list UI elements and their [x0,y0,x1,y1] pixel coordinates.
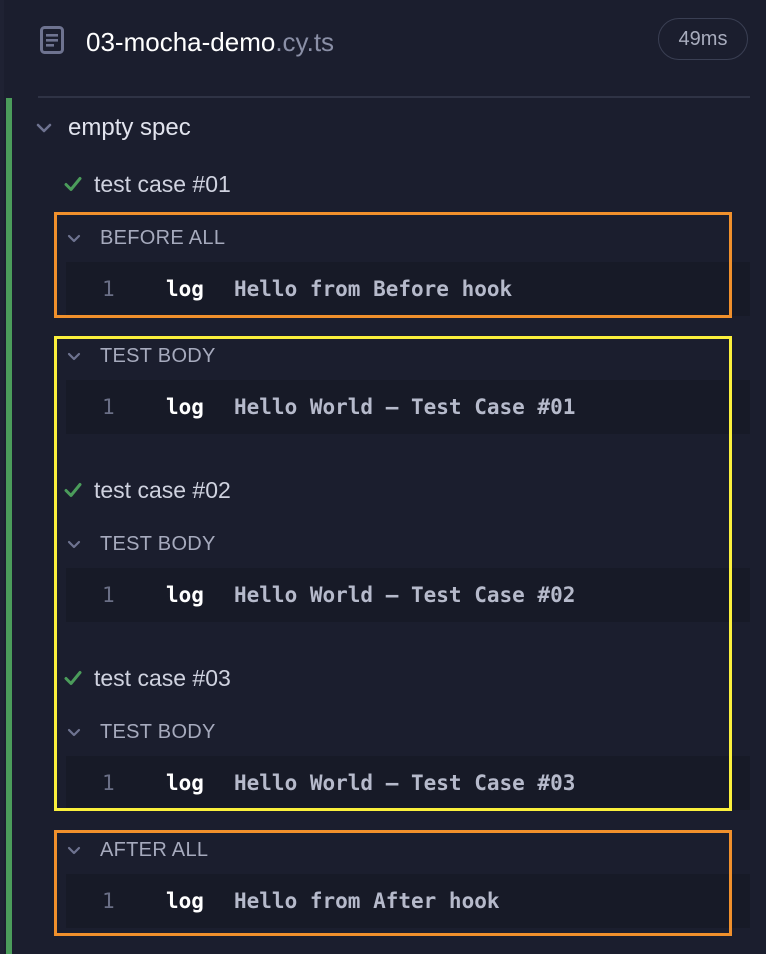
hook-test-body[interactable]: TEST BODY [66,529,216,559]
hook-before-all[interactable]: BEFORE ALL [66,223,225,253]
command-row[interactable]: 1 log Hello World – Test Case #03 [66,756,750,810]
chevron-down-icon [67,728,81,737]
chevron-down-icon [67,540,81,549]
document-icon [40,26,64,54]
command-row[interactable]: 1 log Hello World – Test Case #01 [66,380,750,434]
command-number: 1 [102,583,115,607]
command-row[interactable]: 1 log Hello from Before hook [66,262,750,316]
command-message: Hello World – Test Case #03 [234,771,576,795]
hook-test-body[interactable]: TEST BODY [66,717,216,747]
check-icon [64,483,82,497]
chevron-down-icon [36,123,52,133]
header-divider [38,96,750,98]
command-message: Hello from Before hook [234,277,513,301]
test-title: test case #01 [94,170,231,197]
chevron-down-icon [67,234,81,243]
command-number: 1 [102,277,115,301]
command-row[interactable]: 1 log Hello World – Test Case #02 [66,568,750,622]
command-name: log [166,583,204,607]
command-name: log [166,277,204,301]
command-message: Hello World – Test Case #02 [234,583,576,607]
command-name: log [166,889,204,913]
hook-after-all[interactable]: AFTER ALL [66,835,208,865]
command-row[interactable]: 1 log Hello from After hook [66,874,750,928]
command-number: 1 [102,395,115,419]
spec-file-name[interactable]: 03-mocha-demo.cy.ts [86,26,334,58]
passed-status-bar [6,98,12,954]
hook-title: TEST BODY [100,720,216,743]
command-number: 1 [102,771,115,795]
test-title: test case #02 [94,476,231,503]
hook-title: TEST BODY [100,532,216,555]
test-title: test case #03 [94,664,231,691]
command-number: 1 [102,889,115,913]
spec-file-extension: .cy.ts [275,27,335,57]
reporter-left-rail [0,0,4,954]
suite-row-empty-spec[interactable]: empty spec [34,110,191,146]
hook-title: BEFORE ALL [100,226,226,249]
chevron-down-icon [67,352,81,361]
check-icon [64,177,82,191]
hook-test-body[interactable]: TEST BODY [66,341,216,371]
test-row-03[interactable]: test case #03 [64,662,231,694]
command-name: log [166,771,204,795]
test-row-02[interactable]: test case #02 [64,474,231,506]
hook-title: AFTER ALL [100,838,209,861]
hook-title: TEST BODY [100,344,216,367]
spec-file-basename: 03-mocha-demo [86,27,276,57]
command-message: Hello from After hook [234,889,500,913]
command-name: log [166,395,204,419]
suite-title: empty spec [68,114,191,141]
chevron-down-icon [67,846,81,855]
check-icon [64,671,82,685]
command-message: Hello World – Test Case #01 [234,395,576,419]
spec-header: 03-mocha-demo.cy.ts 49ms [0,0,766,98]
duration-badge: 49ms [658,18,748,60]
test-row-01[interactable]: test case #01 [64,168,231,200]
